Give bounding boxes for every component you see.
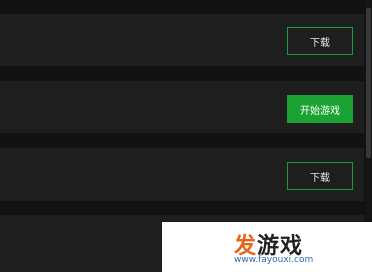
game-row: 开始游戏 bbox=[0, 81, 364, 133]
site-watermark: 发游戏 www.fayouxi.com bbox=[162, 222, 372, 272]
game-row: 下载 bbox=[0, 14, 364, 66]
download-button[interactable]: 下载 bbox=[287, 27, 353, 55]
start-game-button[interactable]: 开始游戏 bbox=[287, 95, 353, 123]
watermark-url: www.fayouxi.com bbox=[234, 255, 314, 265]
scrollbar-thumb[interactable] bbox=[366, 8, 371, 158]
game-row: 下载 bbox=[0, 148, 364, 201]
download-button[interactable]: 下载 bbox=[287, 162, 353, 190]
